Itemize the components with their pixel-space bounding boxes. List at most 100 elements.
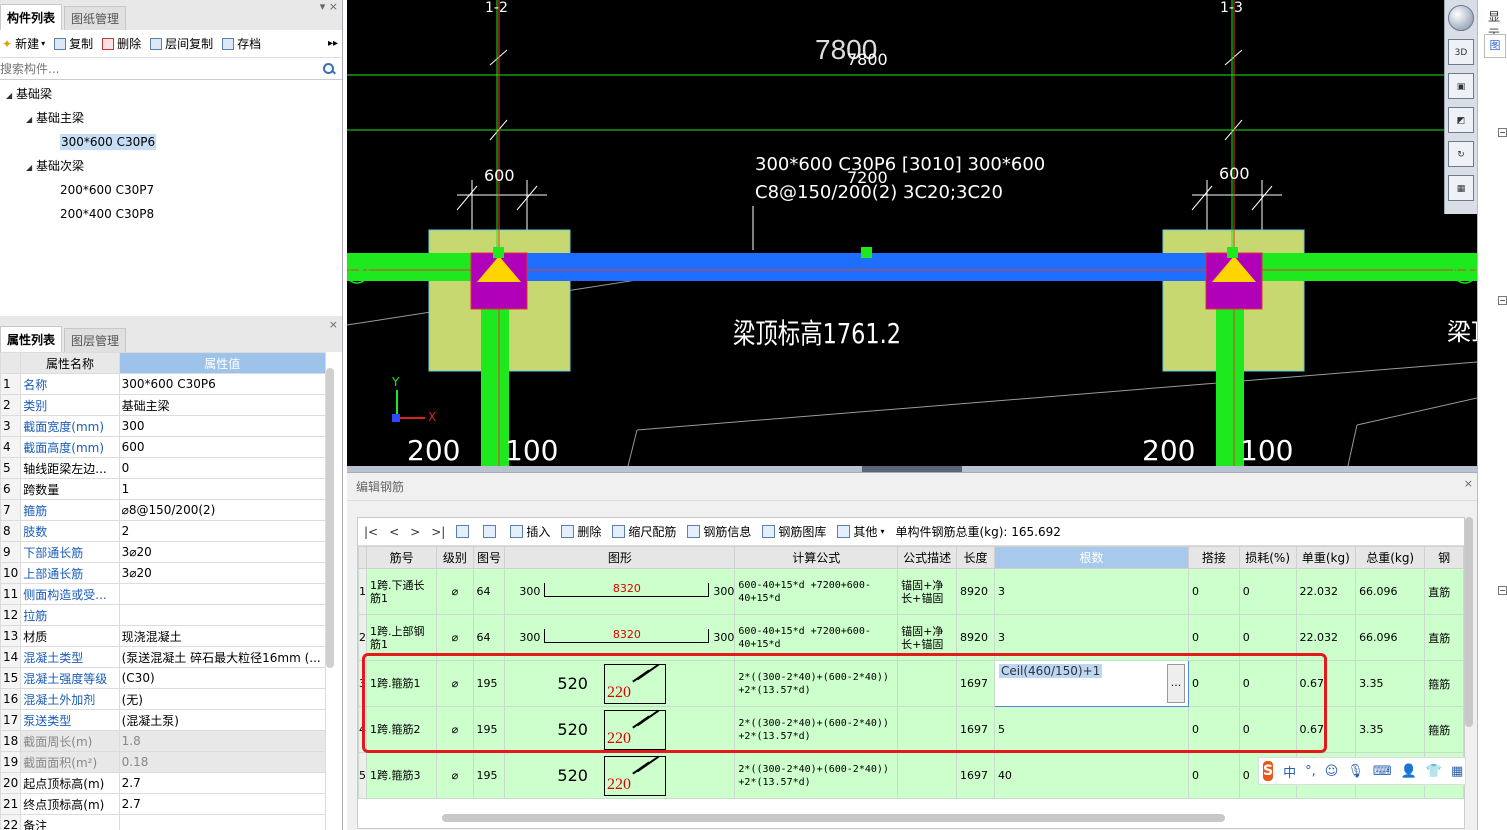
property-row[interactable]: 11 侧面构造或受...: [0, 583, 327, 605]
figure-no-cell[interactable]: 64: [472, 614, 506, 661]
property-value[interactable]: ⌀8@150/200(2): [118, 499, 327, 521]
property-row[interactable]: 14 混凝土类型 (泵送混凝土 碎石最大粒径16mm (...: [0, 646, 327, 668]
floor-copy-button[interactable]: 层间复制: [150, 35, 213, 52]
property-value[interactable]: 300: [118, 415, 327, 437]
bar-name-cell[interactable]: 1跨.箍筋1: [365, 660, 438, 707]
formula-edit-button[interactable]: ...: [1167, 664, 1186, 703]
formula-desc-cell[interactable]: [897, 660, 958, 707]
property-value[interactable]: 3⌀20: [118, 541, 327, 563]
column-header[interactable]: 钢: [1424, 546, 1464, 569]
search-input[interactable]: [0, 58, 322, 79]
cube-front-icon[interactable]: ▣: [1448, 73, 1474, 99]
figure-no-cell[interactable]: 195: [472, 752, 506, 799]
column-header[interactable]: 计算公式: [734, 546, 899, 569]
count-cell[interactable]: 40: [993, 752, 1190, 799]
delete-row-button[interactable]: 删除: [561, 523, 601, 540]
property-row[interactable]: 16 混凝土外加剂 (无): [0, 688, 327, 710]
more-icon[interactable]: ▸▸: [328, 38, 338, 49]
property-value[interactable]: 基础主梁: [118, 394, 327, 416]
move-up-button[interactable]: [456, 525, 472, 538]
shape-cell[interactable]: 300 8320 300: [504, 568, 736, 615]
property-value[interactable]: [118, 604, 327, 626]
total-weight-cell[interactable]: 3.35: [1355, 706, 1426, 753]
skin-icon[interactable]: 👕: [1426, 764, 1442, 779]
collapse-icon[interactable]: −: [1498, 586, 1507, 595]
keyboard-icon[interactable]: ⌨: [1373, 764, 1392, 779]
table-hscroll[interactable]: [442, 814, 1225, 822]
property-row[interactable]: 7 箍筋 ⌀8@150/200(2): [0, 499, 327, 521]
cad-drawing[interactable]: [347, 0, 1477, 470]
property-row[interactable]: 12 拉筋: [0, 604, 327, 626]
property-value[interactable]: 2.7: [118, 772, 327, 794]
expand-icon[interactable]: ◢: [26, 156, 36, 180]
new-button[interactable]: ✦ 新建 ▾: [2, 35, 45, 52]
tab-component-list[interactable]: 构件列表: [0, 4, 63, 30]
property-value[interactable]: (混凝土泵): [118, 709, 327, 731]
total-weight-cell[interactable]: 66.096: [1355, 568, 1426, 615]
column-header[interactable]: 图形: [504, 546, 736, 569]
property-value[interactable]: (泵送混凝土 碎石最大粒径16mm (...: [118, 646, 327, 668]
property-value[interactable]: (C30): [118, 667, 327, 689]
length-cell[interactable]: 8920: [956, 568, 995, 615]
bar-name-cell[interactable]: 1跨.下通长筋1: [365, 568, 438, 615]
property-row[interactable]: 18 截面周长(m) 1.8: [0, 730, 327, 752]
column-header[interactable]: 根数: [993, 546, 1190, 569]
bar-name-cell[interactable]: 1跨.箍筋2: [365, 706, 438, 753]
column-header[interactable]: 筋号: [365, 546, 438, 569]
column-header[interactable]: 总重(kg): [1355, 546, 1426, 569]
length-cell[interactable]: 1697: [956, 752, 995, 799]
formula-cell[interactable]: 2*((300-2*40)+(600-2*40)) +2*(13.57*d): [734, 660, 899, 707]
property-value[interactable]: 3⌀20: [118, 562, 327, 584]
property-value[interactable]: [118, 814, 327, 830]
grid-view-icon[interactable]: ▦: [1448, 175, 1474, 201]
loss-cell[interactable]: 0: [1238, 660, 1297, 707]
column-header[interactable]: 损耗(%): [1238, 546, 1297, 569]
property-row[interactable]: 19 截面面积(m²) 0.18: [0, 751, 327, 773]
loss-cell[interactable]: 0: [1238, 614, 1297, 661]
lap-cell[interactable]: 0: [1188, 614, 1240, 661]
ime-lang[interactable]: 中: [1283, 762, 1296, 781]
globe-icon[interactable]: [1448, 5, 1474, 31]
property-value[interactable]: 0.18: [118, 751, 327, 773]
other-button[interactable]: 其他 ▾: [837, 523, 884, 540]
bar-name-cell[interactable]: 1跨.上部钢筋1: [365, 614, 438, 661]
property-value[interactable]: [118, 583, 327, 605]
lap-cell[interactable]: 0: [1188, 706, 1240, 753]
ime-punct[interactable]: °,: [1305, 764, 1316, 779]
property-row[interactable]: 10 上部通长筋 3⌀20: [0, 562, 327, 584]
grid-icon[interactable]: ▦: [1451, 764, 1463, 779]
property-row[interactable]: 6 跨数量 1: [0, 478, 327, 500]
tree-node-main-group[interactable]: ◢ 基础主梁: [0, 106, 342, 130]
bar-type-cell[interactable]: 箍筋: [1424, 706, 1464, 753]
emoji-icon[interactable]: ☺: [1325, 764, 1339, 779]
column-header[interactable]: 搭接: [1188, 546, 1240, 569]
property-row[interactable]: 5 轴线距梁左边... 0: [0, 457, 327, 479]
mic-icon[interactable]: 🎙: [1347, 764, 1364, 779]
expand-icon[interactable]: ◢: [6, 84, 16, 108]
column-header[interactable]: 公式描述: [897, 546, 958, 569]
tab-property-list[interactable]: 属性列表: [0, 326, 63, 352]
shape-cell[interactable]: 520 220: [504, 752, 736, 799]
collapse-icon[interactable]: −: [1498, 128, 1507, 137]
property-row[interactable]: 13 材质 现浇混凝土: [0, 625, 327, 647]
total-weight-cell[interactable]: 3.35: [1355, 660, 1426, 707]
close-icon[interactable]: ×: [1464, 477, 1473, 490]
property-row[interactable]: 15 混凝土强度等级 (C30): [0, 667, 327, 689]
tree-item-sub-0[interactable]: 200*600 C30P7: [0, 178, 342, 202]
formula-desc-cell[interactable]: 锚固+净长+锚固: [897, 568, 958, 615]
rebar-row[interactable]: 1 1跨.下通长筋1 ⌀ 64 300 8320 300 600-40+15*d +72…: [358, 568, 1464, 615]
property-row[interactable]: 17 泵送类型 (混凝土泵): [0, 709, 327, 731]
property-value[interactable]: 0: [118, 457, 327, 479]
unit-weight-cell[interactable]: 22.032: [1295, 568, 1357, 615]
cube-iso-icon[interactable]: ◩: [1448, 107, 1474, 133]
property-value[interactable]: 现浇混凝土: [118, 625, 327, 647]
tree-node-sub-group[interactable]: ◢ 基础次梁: [0, 154, 342, 178]
grade-cell[interactable]: ⌀: [436, 660, 474, 707]
user-icon[interactable]: 👤: [1401, 764, 1417, 779]
grade-cell[interactable]: ⌀: [436, 568, 474, 615]
shape-cell[interactable]: 520 220: [504, 706, 736, 753]
tree-item-sub-1[interactable]: 200*400 C30P8: [0, 202, 342, 226]
column-header[interactable]: 长度: [956, 546, 995, 569]
bar-name-cell[interactable]: 1跨.箍筋3: [365, 752, 438, 799]
figure-no-cell[interactable]: 64: [472, 568, 506, 615]
